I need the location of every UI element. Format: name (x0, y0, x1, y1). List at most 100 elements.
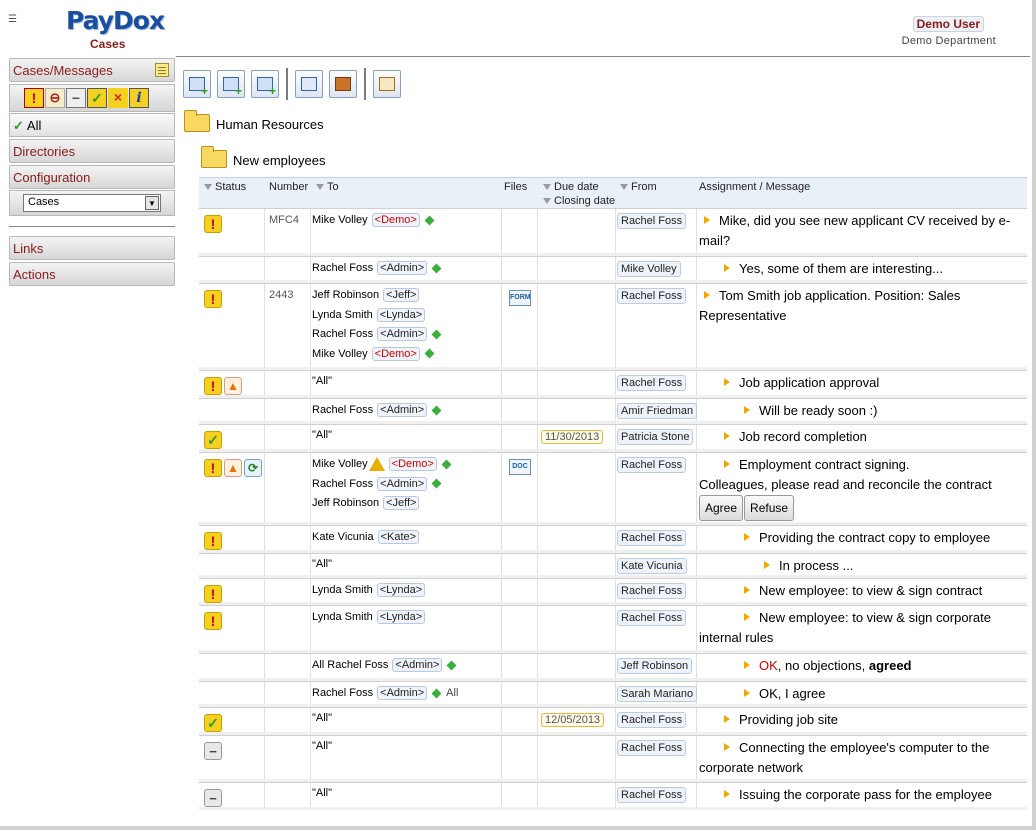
calendar-button[interactable] (295, 70, 323, 98)
table-row[interactable]: − "All" Rachel Foss Connecting the employee… (199, 735, 1027, 782)
message-cell[interactable]: New employee: to view & sign corporate i… (699, 608, 1024, 648)
table-row[interactable]: ✓ "All" 12/05/2013 Rachel Foss Providing job… (199, 707, 1027, 735)
table-row[interactable]: ! MFC4 Mike Volley <Demo> Rachel Foss Mike, d… (199, 208, 1027, 256)
header-due-date[interactable]: Due date (543, 181, 599, 193)
pending-icon[interactable]: − (204, 789, 222, 807)
recipient-tag[interactable]: <Admin> (377, 403, 428, 417)
recipient-tag[interactable]: <Demo> (388, 457, 437, 471)
message-cell[interactable]: Will be ready soon :) (699, 401, 1024, 421)
recipient[interactable]: Rachel Foss <Admin> All (312, 686, 458, 706)
done-icon[interactable]: ✓ (204, 714, 222, 732)
message-cell[interactable]: Providing the contract copy to employee (699, 528, 1024, 548)
recipient[interactable]: Mike Volley <Demo> (312, 457, 452, 477)
sidebar-directories[interactable]: Directories (9, 139, 175, 163)
sender[interactable]: Rachel Foss (617, 740, 687, 756)
recipient-tag[interactable]: <Lynda> (376, 583, 426, 597)
message-cell[interactable]: OK, I agree (699, 684, 1024, 704)
sender[interactable]: Amir Friedman (617, 403, 698, 419)
table-row[interactable]: ! Lynda Smith <Lynda> Rachel Foss New employ… (199, 578, 1027, 605)
recipient-tag[interactable]: <Jeff> (383, 496, 420, 510)
sender[interactable]: Rachel Foss (617, 375, 687, 391)
notes-icon[interactable] (155, 63, 169, 77)
sender[interactable]: Mike Volley (617, 261, 681, 277)
message-cell[interactable]: Job application approval (699, 373, 1024, 393)
recipient-tag[interactable]: <Kate> (377, 530, 420, 544)
recipient[interactable]: Lynda Smith <Lynda> (312, 583, 426, 603)
message-cell[interactable]: Mike, did you see new applicant CV recei… (699, 211, 1024, 251)
x-icon[interactable]: × (108, 88, 128, 108)
table-row[interactable]: ✓ "All" 11/30/2013 Patricia Stone Job record… (199, 424, 1027, 452)
urgent-icon[interactable]: ! (204, 532, 222, 550)
sender[interactable]: Rachel Foss (617, 787, 687, 803)
table-row[interactable]: Rachel Foss <Admin> Mike Volley Yes, some o… (199, 256, 1027, 283)
recipient-tag[interactable]: <Demo> (371, 213, 420, 227)
table-row[interactable]: − "All" Rachel Foss Issuing the corporate p… (199, 782, 1027, 810)
header-status[interactable]: Status (204, 181, 246, 193)
message-cell[interactable]: OK, no objections, agreed (699, 656, 1024, 676)
in-progress-icon[interactable]: ▲ (224, 459, 242, 477)
sender[interactable]: Sarah Mariano (617, 686, 698, 702)
sender[interactable]: Rachel Foss (617, 288, 687, 304)
new-subcase-button[interactable]: + (251, 70, 279, 98)
recipient[interactable]: Jeff Robinson <Jeff> (312, 496, 450, 516)
header-from[interactable]: From (620, 181, 657, 193)
urgent-icon[interactable]: ! (204, 459, 222, 477)
filter-all[interactable]: ✓ All (9, 113, 175, 137)
minus-icon[interactable]: − (66, 88, 86, 108)
message-cell[interactable]: Connecting the employee's computer to th… (699, 738, 1024, 778)
message-cell[interactable]: Yes, some of them are interesting... (699, 259, 1024, 279)
message-cell[interactable]: Employment contract signing. Colleagues, … (699, 455, 1024, 521)
header-files[interactable]: Files (504, 181, 527, 193)
user-name[interactable]: Demo User (912, 16, 984, 32)
recipient[interactable]: Mike Volley <Demo> (312, 346, 440, 367)
done-icon[interactable]: ✓ (204, 431, 222, 449)
recipient[interactable]: "All" (312, 375, 332, 395)
header-number[interactable]: Number (269, 181, 308, 193)
recipient[interactable]: Kate Vicunia <Kate> (312, 530, 420, 550)
sidebar-cases-messages[interactable]: Cases/Messages (9, 58, 175, 82)
recipient-tag[interactable]: <Admin> (377, 686, 428, 700)
table-row[interactable]: ! ▲ "All" Rachel Foss Job application approv… (199, 370, 1027, 398)
table-row[interactable]: ! Kate Vicunia <Kate> Rachel Foss Providing … (199, 525, 1027, 553)
recipient[interactable]: Lynda Smith <Lynda> (312, 610, 426, 630)
case-number[interactable]: MFC4 (269, 214, 299, 226)
message-cell[interactable]: Providing job site (699, 710, 1024, 730)
chevron-down-icon[interactable]: ▼ (145, 196, 159, 210)
recipient[interactable]: Rachel Foss <Admin> (312, 403, 442, 423)
sender[interactable]: Rachel Foss (617, 610, 687, 626)
sidebar-links[interactable]: Links (9, 236, 175, 260)
table-row[interactable]: All Rachel Foss <Admin> Jeff Robinson OK, n… (199, 653, 1027, 681)
new-case-button[interactable]: + (217, 70, 245, 98)
recipient[interactable]: "All" (312, 558, 332, 578)
menu-icon[interactable]: ☰ (8, 14, 17, 25)
message-cell[interactable]: Tom Smith job application. Position: Sal… (699, 286, 1024, 326)
sidebar-configuration[interactable]: Configuration (9, 165, 175, 189)
refresh-icon[interactable]: ⟳ (244, 459, 262, 477)
recipient[interactable]: Rachel Foss <Admin> (312, 327, 442, 347)
sidebar-actions[interactable]: Actions (9, 262, 175, 286)
recipient[interactable]: Jeff Robinson <Jeff> (312, 288, 440, 308)
table-row[interactable]: ! 2443 Jeff Robinson <Jeff> Lynda Smith <Lynd… (199, 283, 1027, 370)
recipient-tag[interactable]: <Jeff> (383, 288, 420, 302)
check-icon[interactable]: ✓ (87, 88, 107, 108)
sender[interactable]: Rachel Foss (617, 213, 687, 229)
sender[interactable]: Jeff Robinson (617, 658, 693, 674)
message-cell[interactable]: Issuing the corporate pass for the emplo… (699, 785, 1024, 805)
pending-icon[interactable]: − (204, 742, 222, 760)
agree-button[interactable]: Agree (699, 495, 744, 521)
refuse-button[interactable]: Refuse (744, 495, 795, 521)
urgent-icon[interactable]: ! (204, 290, 222, 308)
case-number[interactable]: 2443 (269, 289, 293, 301)
sender[interactable]: Rachel Foss (617, 530, 687, 546)
report-button[interactable] (373, 70, 401, 98)
sender[interactable]: Rachel Foss (617, 712, 687, 728)
sender[interactable]: Patricia Stone (617, 429, 694, 445)
recipient[interactable]: "All" (312, 429, 332, 449)
recipient-tag[interactable]: <Admin> (377, 327, 428, 341)
recipient[interactable]: Rachel Foss <Admin> (312, 261, 442, 281)
briefcase-button[interactable] (329, 70, 357, 98)
header-closing-date[interactable]: Closing date (543, 195, 615, 207)
module-select[interactable]: Cases ▼ (23, 194, 161, 212)
table-row[interactable]: "All" Kate Vicunia In process ... (199, 553, 1027, 578)
urgent-icon[interactable]: ! (204, 377, 222, 395)
